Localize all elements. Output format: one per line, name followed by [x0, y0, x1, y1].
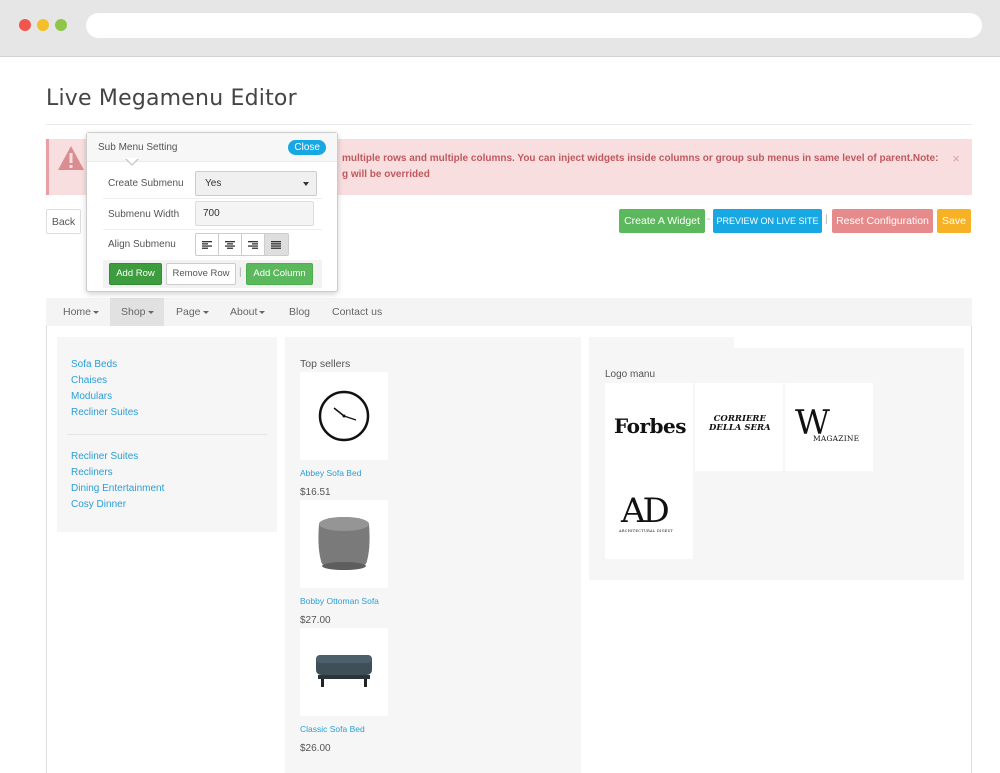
nav-item-blog[interactable]: Blog: [281, 298, 315, 326]
nav-item-shop[interactable]: Shop: [110, 298, 164, 326]
nav-item-label: Contact us: [332, 306, 383, 318]
top-sellers-heading: Top sellers: [300, 358, 351, 370]
megamenu-column-tab: [589, 337, 734, 348]
remove-row-button[interactable]: Remove Row: [166, 263, 236, 285]
align-button-group: [195, 233, 289, 256]
submenu-link[interactable]: Cosy Dinner: [71, 499, 126, 510]
nav-item-label: About: [230, 306, 258, 318]
nav-item-label: Blog: [289, 306, 311, 318]
nav-item-label: Page: [176, 306, 201, 318]
window-close-dot[interactable]: [19, 19, 31, 31]
nav-item-page[interactable]: Page: [168, 298, 216, 326]
save-button[interactable]: Save: [937, 209, 971, 233]
window-minimize-dot[interactable]: [37, 19, 49, 31]
warning-icon: [58, 146, 84, 170]
product-name-link[interactable]: Classic Sofa Bed: [300, 724, 365, 734]
align-justify-icon[interactable]: [265, 234, 288, 255]
wall-clock-icon: [318, 390, 370, 442]
megamenu-column-top-sellers[interactable]: Top sellers Abbey Sofa Bed $16.51 Bobby …: [285, 337, 581, 773]
reset-configuration-button[interactable]: Reset Configuration: [832, 209, 933, 233]
popover-header: Sub Menu Setting Close: [87, 133, 337, 162]
align-left-icon[interactable]: [196, 234, 219, 255]
popover-close-button[interactable]: Close: [288, 140, 326, 155]
submenu-link[interactable]: Modulars: [71, 391, 112, 402]
logo-heading: Logo manu: [605, 369, 656, 380]
submenu-width-label: Submenu Width: [108, 209, 180, 220]
submenu-link[interactable]: Sofa Beds: [71, 359, 117, 370]
popover-arrow-inner: [126, 158, 138, 164]
product-price: $26.00: [300, 743, 331, 754]
caret-down-icon: [93, 310, 100, 314]
nav-item-home[interactable]: Home: [54, 298, 106, 326]
magazine-text: MAGAZINE: [813, 434, 860, 443]
corriere-wordmark: CORRIERE DELLA SERA: [709, 415, 771, 433]
submenu-divider: [67, 434, 267, 435]
popover-separator: |: [239, 267, 242, 278]
alert-close-icon[interactable]: ×: [952, 151, 960, 166]
ad-subtext: ARCHITECTURAL DIGEST: [619, 529, 673, 533]
submenu-width-input[interactable]: [195, 201, 314, 226]
logo-w-magazine[interactable]: W MAGAZINE: [785, 383, 873, 471]
alert-text-line2: g will be overrided: [342, 169, 430, 180]
title-divider: [46, 124, 972, 125]
logo-corriere[interactable]: CORRIERE DELLA SERA: [695, 383, 783, 471]
product-image[interactable]: [300, 372, 388, 460]
popover-title: Sub Menu Setting: [98, 142, 178, 153]
nav-item-about[interactable]: About: [222, 298, 274, 326]
product-image[interactable]: [300, 500, 388, 588]
submenu-link[interactable]: Recliner Suites: [71, 407, 138, 418]
page-title: Live Megamenu Editor: [46, 86, 297, 111]
logo-ad[interactable]: AD ARCHITECTURAL DIGEST: [605, 471, 693, 559]
megamenu-column-links[interactable]: Sofa Beds Chaises Modulars Recliner Suit…: [57, 337, 277, 532]
create-submenu-label: Create Submenu: [108, 178, 184, 189]
add-column-button[interactable]: Add Column: [246, 263, 313, 285]
toolbar-separator-dash: -: [707, 214, 711, 225]
corriere-line2: DELLA SERA: [709, 423, 771, 433]
window-maximize-dot[interactable]: [55, 19, 67, 31]
align-right-icon[interactable]: [242, 234, 265, 255]
megamenu-navbar: Home Shop Page About Blog Contact us: [46, 298, 972, 326]
megamenu-dropdown: Sofa Beds Chaises Modulars Recliner Suit…: [46, 326, 972, 773]
logo-forbes[interactable]: Forbes: [605, 383, 693, 471]
browser-toolbar: [0, 0, 1000, 57]
toolbar-separator-bar: |: [825, 214, 828, 225]
align-submenu-label: Align Submenu: [108, 239, 176, 250]
product-name-link[interactable]: Bobby Ottoman Sofa: [300, 596, 379, 606]
address-bar[interactable]: [86, 13, 982, 38]
ad-letters: AD: [621, 491, 670, 531]
footstool-icon: [316, 655, 372, 687]
create-widget-button[interactable]: Create A Widget: [619, 209, 705, 233]
preview-live-site-button[interactable]: PREVIEW ON LIVE SITE: [713, 209, 822, 233]
alert-text-line1: multiple rows and multiple columns. You …: [342, 153, 939, 164]
caret-down-icon: [202, 310, 209, 314]
forbes-wordmark: Forbes: [614, 414, 686, 438]
chevron-down-icon: [303, 182, 309, 186]
submenu-link[interactable]: Recliner Suites: [71, 451, 138, 462]
submenu-link[interactable]: Dining Entertainment: [71, 483, 164, 494]
caret-down-icon: [259, 310, 266, 314]
product-price: $16.51: [300, 487, 331, 498]
add-row-button[interactable]: Add Row: [109, 263, 162, 285]
product-name-link[interactable]: Abbey Sofa Bed: [300, 468, 361, 478]
create-submenu-value: Yes: [205, 178, 222, 189]
submenu-link[interactable]: Recliners: [71, 467, 113, 478]
align-center-icon[interactable]: [219, 234, 242, 255]
submenu-setting-popover: Sub Menu Setting Close Create Submenu Ye…: [86, 132, 338, 292]
nav-item-contact[interactable]: Contact us: [325, 298, 387, 326]
megamenu-column-logos[interactable]: Logo manu Forbes CORRIERE DELLA SERA W MA…: [589, 348, 964, 580]
nav-item-label: Shop: [121, 306, 146, 318]
create-submenu-select[interactable]: Yes: [195, 171, 317, 196]
caret-down-icon: [147, 310, 154, 314]
back-button[interactable]: Back: [46, 209, 81, 234]
submenu-link[interactable]: Chaises: [71, 375, 107, 386]
product-image[interactable]: [300, 628, 388, 716]
product-price: $27.00: [300, 615, 331, 626]
nav-item-label: Home: [63, 306, 92, 318]
ottoman-icon: [318, 517, 370, 570]
